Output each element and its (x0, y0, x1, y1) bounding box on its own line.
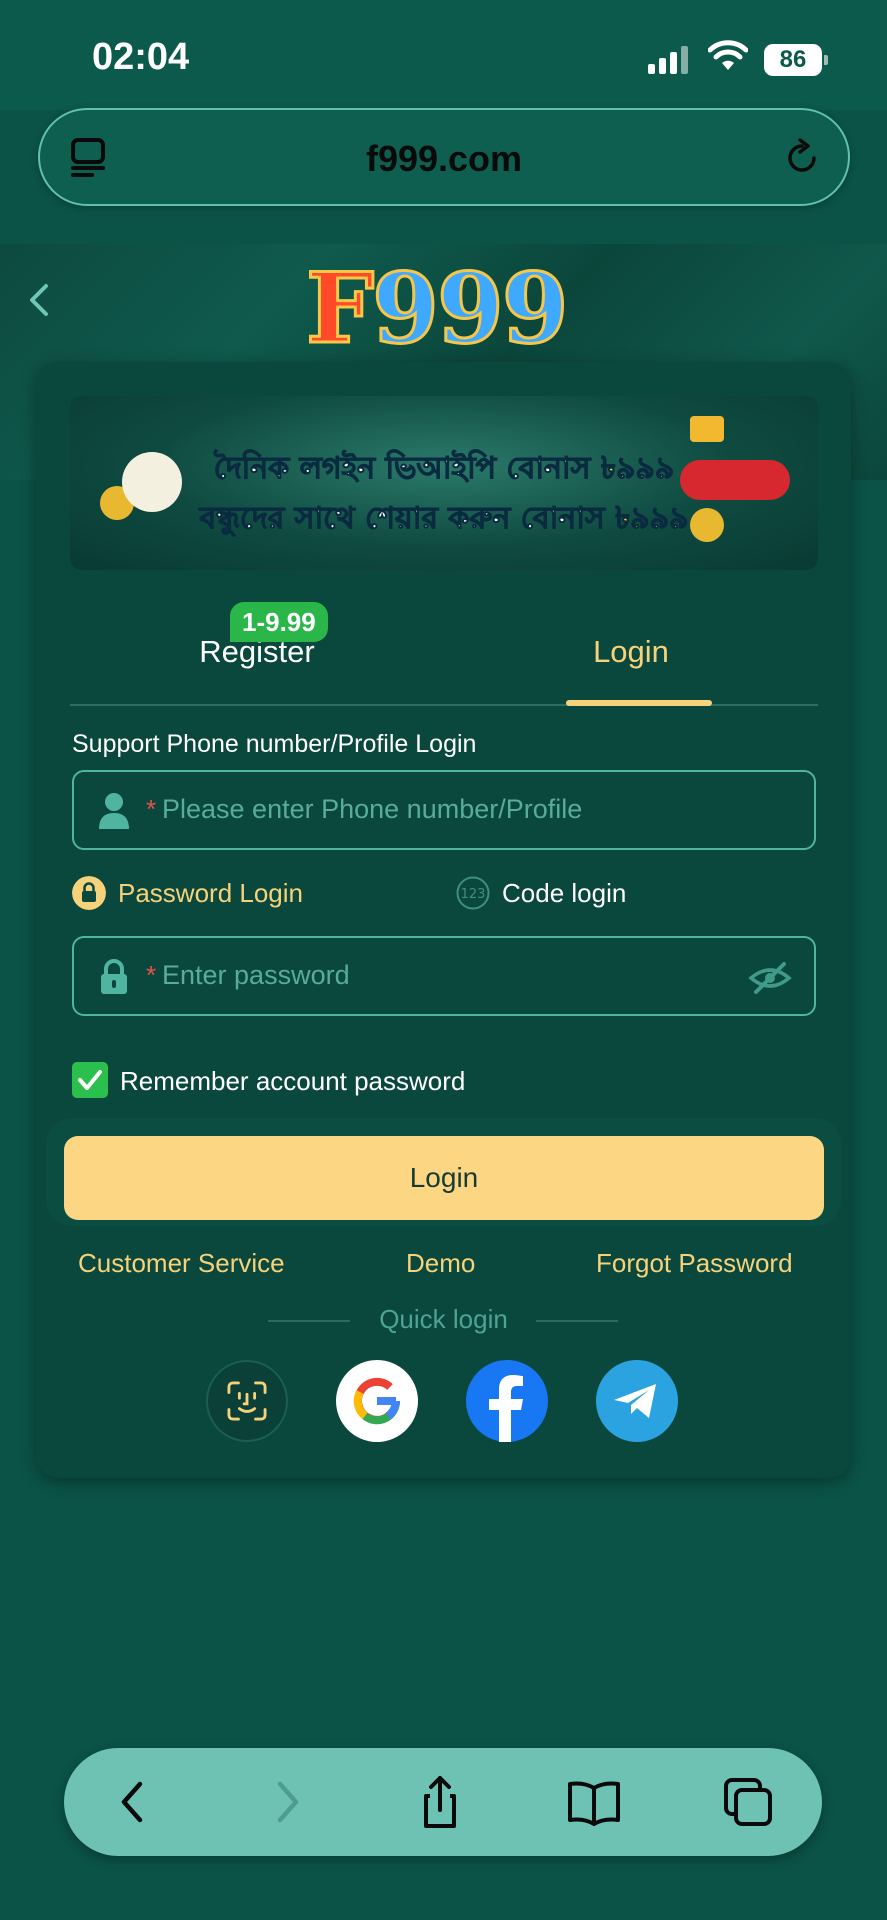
required-asterisk: * (146, 794, 157, 824)
auth-tabs: Register Login (70, 594, 818, 706)
share-icon[interactable] (410, 1772, 470, 1832)
facebook-icon (489, 1375, 523, 1442)
eye-off-icon[interactable] (748, 960, 792, 996)
quick-login-label: Quick login (379, 1304, 508, 1334)
face-id-icon (227, 1381, 267, 1421)
tab-login-label: Login (593, 634, 669, 669)
facebook-login-button[interactable] (466, 1360, 548, 1442)
forward-arrow-icon[interactable] (256, 1772, 316, 1832)
lock-icon (101, 959, 127, 994)
quick-login-divider-right (536, 1320, 618, 1322)
active-tab-indicator (566, 700, 712, 706)
reload-icon[interactable] (780, 136, 824, 180)
tabs-icon[interactable] (718, 1772, 778, 1832)
promo-line-2-text: বন্ধুদের সাথে শেয়ার করুন বোনাস (199, 501, 616, 537)
register-bonus-badge: 1-9.99 (230, 602, 328, 642)
svg-text:123: 123 (461, 887, 486, 902)
status-time: 02:04 (92, 36, 190, 78)
demo-link[interactable]: Demo (406, 1248, 475, 1279)
tab-login[interactable]: Login (444, 594, 818, 706)
promo-line-1-text: দৈনিক লগইন ভিআইপি বোনাস (213, 451, 601, 487)
remember-label: Remember account password (120, 1066, 466, 1096)
forgot-password-link[interactable]: Forgot Password (596, 1248, 793, 1279)
site-logo: F999 (304, 251, 570, 367)
password-placeholder: Enter password (162, 960, 350, 990)
logo-letter: F (304, 251, 375, 367)
password-input[interactable]: * Enter password (72, 936, 816, 1016)
phone-field-label: Support Phone number/Profile Login (72, 730, 477, 758)
login-button[interactable]: Login (64, 1136, 824, 1220)
address-bar[interactable]: f999.com (38, 108, 850, 206)
battery-icon: 86 (764, 44, 828, 76)
code-login-label: Code login (502, 878, 627, 908)
google-icon (353, 1377, 401, 1425)
promo-line-1-amount: ৳৯৯৯ (600, 451, 675, 487)
url-text[interactable]: f999.com (40, 138, 848, 180)
browser-toolbar (64, 1748, 822, 1856)
phone-input[interactable]: * Please enter Phone number/Profile (72, 770, 816, 850)
logo-number: 999 (371, 251, 570, 367)
telegram-icon (614, 1384, 656, 1418)
promo-line-2-amount: ৳৯৯৯ (615, 501, 689, 537)
promo-line-2: বন্ধুদের সাথে শেয়ার করুন বোনাস ৳৯৯৯ (70, 494, 818, 545)
back-arrow-icon[interactable] (104, 1772, 164, 1832)
remember-checkbox[interactable] (72, 1062, 108, 1098)
customer-service-link[interactable]: Customer Service (78, 1248, 285, 1279)
promo-line-1: দৈনিক লগইন ভিআইপি বোনাস ৳৯৯৯ (70, 444, 818, 495)
phone-placeholder: Please enter Phone number/Profile (162, 794, 583, 824)
crown-decoration (690, 416, 724, 442)
login-card: দৈনিক লগইন ভিআইপি বোনাস ৳৯৯৯ বন্ধুদের সা… (36, 362, 851, 1478)
cellular-signal-icon (648, 46, 692, 74)
face-id-login-button[interactable] (206, 1360, 288, 1442)
bookmarks-icon[interactable] (564, 1772, 624, 1832)
lock-badge-icon (72, 876, 106, 910)
required-asterisk: * (146, 960, 157, 990)
promo-banner[interactable]: দৈনিক লগইন ভিআইপি বোনাস ৳৯৯৯ বন্ধুদের সা… (70, 396, 818, 570)
status-bar: 02:04 86 (0, 0, 887, 110)
wifi-icon (708, 40, 748, 70)
password-login-label: Password Login (118, 878, 303, 908)
telegram-login-button[interactable] (596, 1360, 678, 1442)
user-icon (99, 793, 129, 829)
google-login-button[interactable] (336, 1360, 418, 1442)
numeric-code-icon: 123 (456, 876, 490, 910)
back-chevron-icon[interactable] (24, 280, 54, 320)
